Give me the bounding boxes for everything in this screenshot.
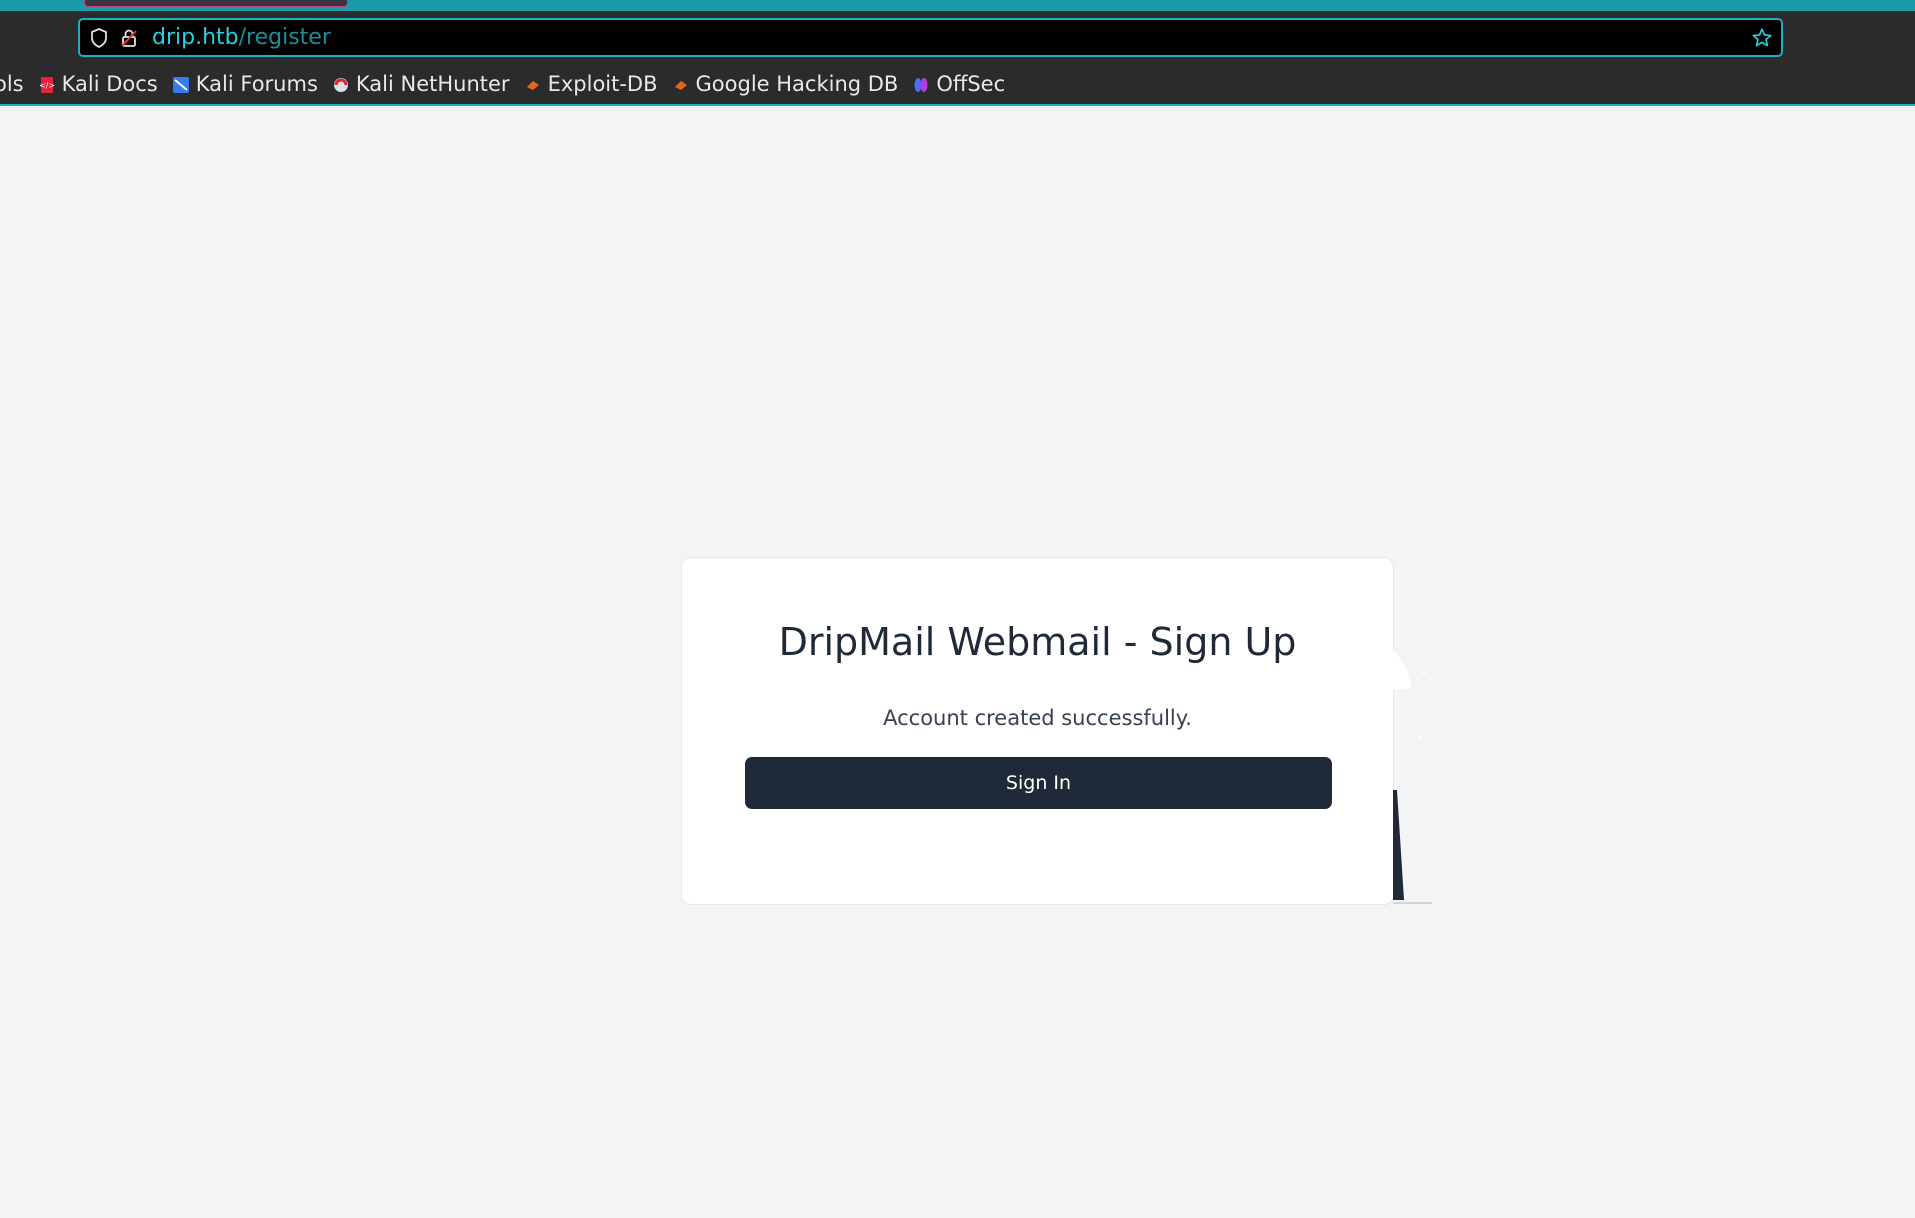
bookmark-offsec[interactable]: OffSec [912,72,1005,96]
active-tab[interactable] [84,0,348,7]
page-title: DripMail Webmail - Sign Up [778,620,1297,664]
bookmarks-toolbar: ols </> Kali Docs Kali Forums Kali NetHu… [0,66,1019,102]
sign-in-button[interactable]: Sign In [745,757,1332,809]
google-hacking-db-icon [672,75,690,93]
decorative-illustration-edge [1393,650,1432,904]
bookmark-label: Kali NetHunter [355,72,510,96]
bookmark-label: OffSec [936,72,1006,96]
url-host[interactable]: drip.htb [152,25,239,50]
chrome-divider [0,104,1915,106]
browser-chrome: drip.htb/register ols </> Kali Docs Kali… [0,0,1915,106]
bookmark-label: Google Hacking DB [695,72,899,96]
bookmark-google-hacking-db[interactable]: Google Hacking DB [672,72,899,96]
bookmark-kali-forums[interactable]: Kali Forums [172,72,318,96]
tracking-shield-icon[interactable] [88,27,110,49]
signup-card: DripMail Webmail - Sign Up Account creat… [681,557,1394,905]
bookmark-star-icon[interactable] [1751,27,1773,49]
exploit-db-icon [524,75,542,93]
bookmark-truncated[interactable]: ols [0,72,24,96]
kali-nethunter-icon [332,75,350,93]
bookmark-label: Kali Docs [61,72,158,96]
bookmark-label: Exploit-DB [547,72,658,96]
bookmark-exploit-db[interactable]: Exploit-DB [524,72,658,96]
success-message: Account created successfully. [883,706,1192,730]
kali-docs-icon: </> [38,75,56,93]
bookmark-kali-docs[interactable]: </> Kali Docs [38,72,158,96]
kali-forums-icon [172,75,190,93]
address-bar[interactable]: drip.htb/register [78,18,1783,57]
url-path[interactable]: /register [239,25,331,50]
insecure-lock-icon[interactable] [118,27,140,49]
bookmark-kali-nethunter[interactable]: Kali NetHunter [332,72,510,96]
bookmark-label: Kali Forums [195,72,318,96]
svg-text:</>: </> [39,81,55,90]
offsec-icon [912,75,930,93]
